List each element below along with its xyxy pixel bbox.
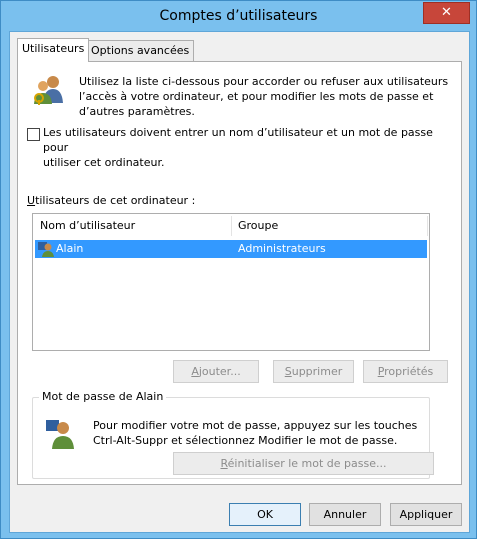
user-group-cell: Administrateurs bbox=[238, 242, 326, 255]
users-section-label: Utilisateurs de cet ordinateur : bbox=[27, 194, 196, 207]
intro-line-2: l’accès à votre ordinateur, et pour modi… bbox=[79, 90, 434, 103]
users-icon bbox=[34, 76, 63, 105]
apply-button[interactable]: Appliquer bbox=[390, 503, 462, 526]
column-separator[interactable] bbox=[427, 216, 428, 236]
cancel-button[interactable]: Annuler bbox=[309, 503, 381, 526]
remove-user-button[interactable]: Supprimer bbox=[273, 360, 354, 383]
tab-options-avancees[interactable]: Options avancées bbox=[86, 40, 195, 61]
reset-password-button[interactable]: Réinitialiser le mot de passe... bbox=[173, 452, 434, 475]
password-group-legend: Mot de passe de Alain bbox=[39, 390, 167, 403]
user-name-cell: Alain bbox=[56, 242, 84, 255]
title-bar[interactable]: Comptes d’utilisateurs ✕ bbox=[1, 1, 476, 31]
tab-utilisateurs[interactable]: Utilisateurs bbox=[17, 38, 90, 62]
users-list[interactable]: Nom d’utilisateur Groupe Alain Administr… bbox=[32, 213, 430, 351]
column-header-group[interactable]: Groupe bbox=[238, 214, 278, 238]
intro-line-1: Utilisez la liste ci-dessous pour accord… bbox=[79, 75, 449, 88]
require-login-line-1: Les utilisateurs doivent entrer un nom d… bbox=[43, 126, 433, 154]
ok-button[interactable]: OK bbox=[229, 503, 301, 526]
dialog-window: Comptes d’utilisateurs ✕ Utilisateurs Op… bbox=[0, 0, 477, 539]
close-button[interactable]: ✕ bbox=[423, 2, 470, 24]
users-tab-panel: Utilisez la liste ci-dessous pour accord… bbox=[17, 61, 462, 485]
column-separator[interactable] bbox=[231, 216, 232, 236]
add-user-button[interactable]: Ajouter... bbox=[173, 360, 259, 383]
properties-button[interactable]: Propriétés bbox=[363, 360, 448, 383]
password-info-line-1: Pour modifier votre mot de passe, appuye… bbox=[93, 419, 418, 432]
table-row[interactable]: Alain Administrateurs bbox=[35, 240, 427, 258]
admin-user-icon bbox=[38, 242, 54, 257]
window-title: Comptes d’utilisateurs bbox=[159, 8, 318, 24]
require-login-label[interactable]: Les utilisateurs doivent entrer un nom d… bbox=[43, 125, 461, 170]
intro-line-3: d’autres paramètres. bbox=[79, 105, 195, 118]
password-group: Mot de passe de Alain Pour modifier votr… bbox=[32, 390, 434, 479]
password-info-text: Pour modifier votre mot de passe, appuye… bbox=[93, 418, 417, 448]
user-icon bbox=[46, 420, 74, 449]
column-header-username[interactable]: Nom d’utilisateur bbox=[40, 214, 135, 238]
dialog-client: Utilisateurs Options avancées Utilisez l… bbox=[9, 31, 470, 533]
require-login-line-2: utiliser cet ordinateur. bbox=[43, 156, 165, 169]
intro-text: Utilisez la liste ci-dessous pour accord… bbox=[79, 74, 448, 119]
require-login-checkbox[interactable] bbox=[27, 128, 40, 141]
password-info-line-2: Ctrl-Alt-Suppr et sélectionnez Modifier … bbox=[93, 434, 398, 447]
